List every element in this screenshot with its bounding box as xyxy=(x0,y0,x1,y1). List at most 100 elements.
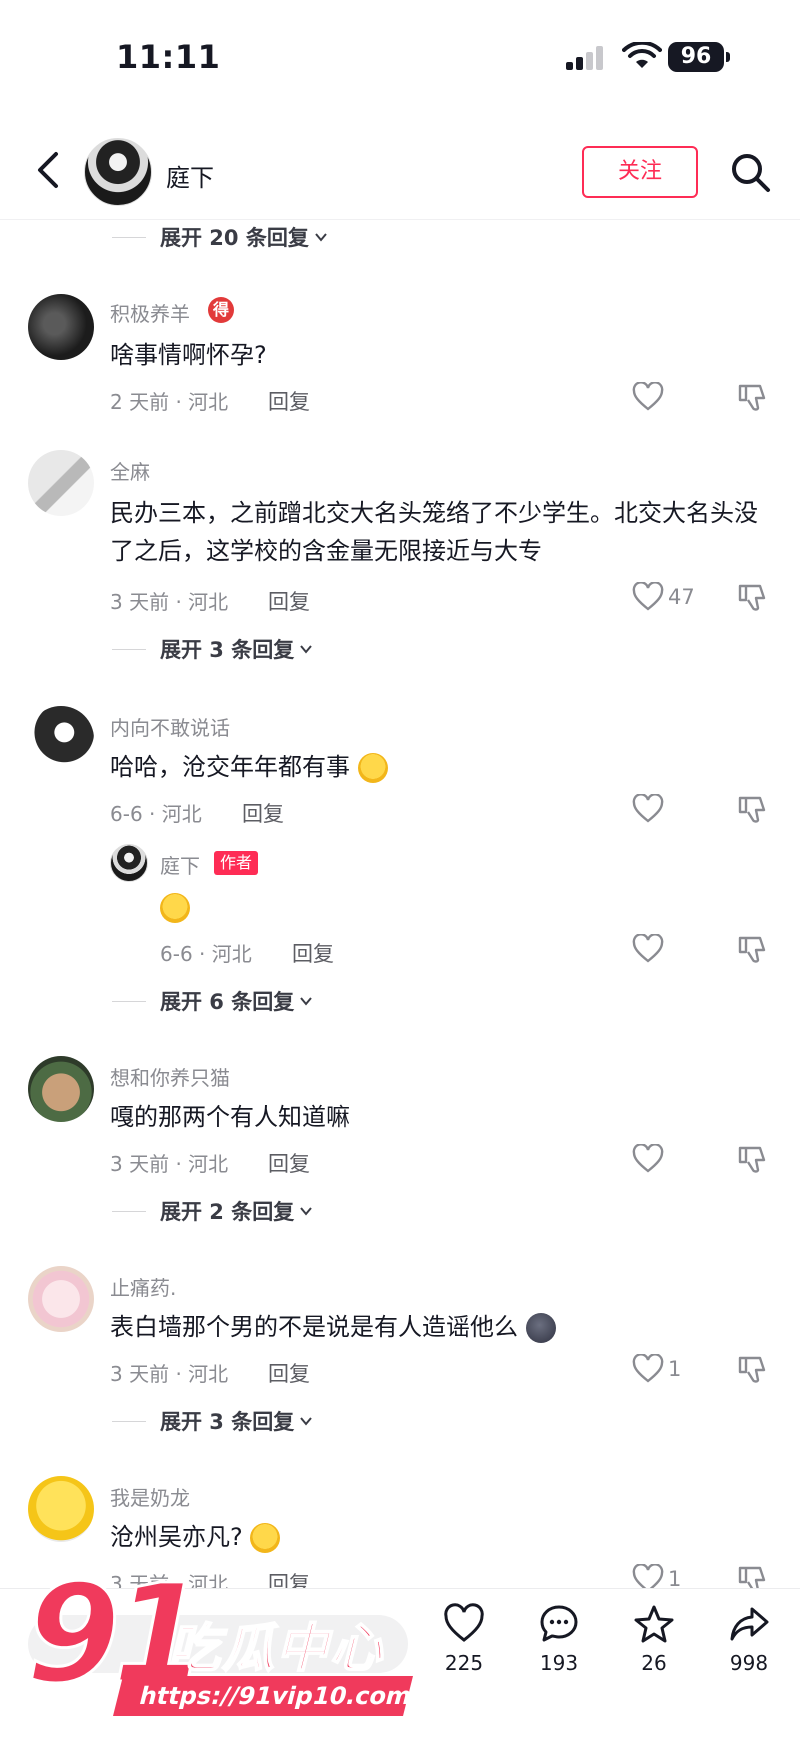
expand-replies-button[interactable]: 展开 3 条回复 xyxy=(112,634,314,664)
reply-button[interactable]: 回复 xyxy=(292,938,334,968)
avatar[interactable] xyxy=(28,1056,94,1122)
comment-text: 哈哈，沧交年年都有事 xyxy=(110,753,350,781)
back-arrow-icon[interactable] xyxy=(28,148,72,192)
comment-username[interactable]: 全麻 xyxy=(110,456,150,485)
comment-text: 嘎的那两个有人知道嘛 xyxy=(110,1103,350,1131)
like-count: 47 xyxy=(668,585,695,609)
like-button[interactable]: 47 xyxy=(632,582,695,612)
divider-line xyxy=(112,648,146,650)
comment-time-location: 3 天前 · 河北 xyxy=(110,1362,229,1386)
heart-icon xyxy=(632,1144,664,1173)
comment-username[interactable]: 止痛药. xyxy=(110,1272,176,1301)
comment-text: 沧州吴亦凡? xyxy=(110,1523,243,1551)
crying-laughing-emoji-icon xyxy=(160,893,190,923)
watermark-url: https://91vip10.com xyxy=(113,1676,415,1716)
comment-time-location: 3 天前 · 河北 xyxy=(110,1152,229,1176)
like-button[interactable] xyxy=(632,382,664,412)
share-arrow-icon xyxy=(730,1607,769,1641)
wifi-icon xyxy=(622,42,662,68)
divider-line xyxy=(112,1420,146,1422)
expand-replies-button[interactable]: 展开 2 条回复 xyxy=(112,1196,314,1226)
heart-icon xyxy=(632,794,664,823)
avatar[interactable] xyxy=(28,450,94,516)
like-button[interactable] xyxy=(632,1144,664,1174)
search-icon[interactable] xyxy=(728,150,772,194)
dislike-icon[interactable] xyxy=(736,794,768,826)
chevron-down-icon xyxy=(300,1207,313,1216)
heart-icon xyxy=(632,934,664,963)
expand-replies-button[interactable]: 展开 3 条回复 xyxy=(112,1406,314,1436)
comment-text-container: 哈哈，沧交年年都有事 xyxy=(110,748,760,786)
comment-time-location: 3 天前 · 河北 xyxy=(110,590,229,614)
heart-icon xyxy=(632,582,664,611)
avatar[interactable] xyxy=(28,1476,94,1542)
like-total-count: 225 xyxy=(444,1651,484,1675)
author-badge: 作者 xyxy=(214,851,259,875)
expand-replies-label: 展开 3 条回复 xyxy=(160,638,295,662)
expand-replies-button[interactable]: 展开 6 条回复 xyxy=(112,986,314,1016)
chevron-down-icon xyxy=(300,997,313,1006)
cellular-signal-icon xyxy=(566,46,608,70)
author-name[interactable]: 庭下 xyxy=(166,158,214,193)
comment-total-button[interactable]: 193 xyxy=(519,1603,599,1675)
user-badge: 得 xyxy=(208,297,234,323)
like-button[interactable] xyxy=(632,794,664,824)
expand-replies-label: 展开 2 条回复 xyxy=(160,1200,295,1224)
crying-laughing-emoji-icon xyxy=(250,1523,281,1553)
comment-total-count: 193 xyxy=(539,1651,579,1675)
crying-laughing-emoji-icon xyxy=(357,753,388,783)
like-count: 1 xyxy=(668,1357,682,1381)
expand-replies-button[interactable]: 展开 20 条回复 xyxy=(112,222,329,252)
dislike-icon[interactable] xyxy=(736,382,768,414)
author-avatar[interactable] xyxy=(84,138,152,206)
dislike-icon[interactable] xyxy=(736,1354,768,1386)
chevron-down-icon xyxy=(315,233,327,242)
comment-bubble-icon xyxy=(540,1605,578,1642)
comment-time-location: 6-6 · 河北 xyxy=(110,802,202,826)
reply-button[interactable]: 回复 xyxy=(268,1148,310,1178)
avatar[interactable] xyxy=(28,1266,94,1332)
favorite-count: 26 xyxy=(641,1651,667,1675)
like-button[interactable] xyxy=(632,934,664,964)
comment-time-location: 2 天前 · 河北 xyxy=(110,390,229,414)
reply-button[interactable]: 回复 xyxy=(268,1358,310,1388)
comment-text: 啥事情啊怀孕? xyxy=(110,341,267,369)
avatar[interactable] xyxy=(28,706,94,772)
comment-username[interactable]: 积极养羊 xyxy=(110,298,190,327)
expand-replies-label: 展开 20 条回复 xyxy=(160,226,309,250)
reply-username[interactable]: 庭下 xyxy=(160,850,200,879)
reply-button[interactable]: 回复 xyxy=(242,798,284,828)
comment-text: 表白墙那个男的不是说是有人造谣他么 xyxy=(110,1313,518,1341)
comment-username[interactable]: 想和你养只猫 xyxy=(110,1062,230,1091)
like-button[interactable]: 1 xyxy=(632,1354,681,1384)
reply-time-location: 6-6 · 河北 xyxy=(160,942,252,966)
avatar[interactable] xyxy=(28,294,94,360)
heart-icon xyxy=(444,1603,484,1642)
divider-line xyxy=(112,1000,146,1002)
heart-icon xyxy=(632,382,664,411)
battery-tip xyxy=(726,52,730,62)
comment-text: 民办三本，之前蹭北交大名头笼络了不少学生。北交大名头没了之后，这学校的含金量无限… xyxy=(110,499,758,565)
reply-text xyxy=(160,888,260,926)
comment-text-container: 表白墙那个男的不是说是有人造谣他么 xyxy=(110,1308,760,1346)
dislike-icon[interactable] xyxy=(736,934,768,966)
star-icon xyxy=(634,1605,674,1643)
avatar[interactable] xyxy=(110,844,148,882)
chevron-down-icon xyxy=(300,1417,313,1426)
comment-username[interactable]: 我是奶龙 xyxy=(110,1482,190,1511)
status-time: 11:11 xyxy=(116,38,221,76)
expand-replies-label: 展开 3 条回复 xyxy=(160,1410,295,1434)
share-count: 998 xyxy=(729,1651,769,1675)
dislike-icon[interactable] xyxy=(736,1144,768,1176)
dislike-icon[interactable] xyxy=(736,582,768,614)
reply-button[interactable]: 回复 xyxy=(268,586,310,616)
status-bar: 11:11 96 xyxy=(0,0,800,110)
comment-text-container: 沧州吴亦凡? xyxy=(110,1518,760,1556)
favorite-button[interactable]: 26 xyxy=(614,1603,694,1675)
comment-username[interactable]: 内向不敢说话 xyxy=(110,712,230,741)
like-total-button[interactable]: 225 xyxy=(424,1603,504,1675)
share-button[interactable]: 998 xyxy=(709,1603,789,1675)
divider-line xyxy=(112,236,146,238)
follow-button[interactable]: 关注 xyxy=(582,146,698,198)
reply-button[interactable]: 回复 xyxy=(268,386,310,416)
